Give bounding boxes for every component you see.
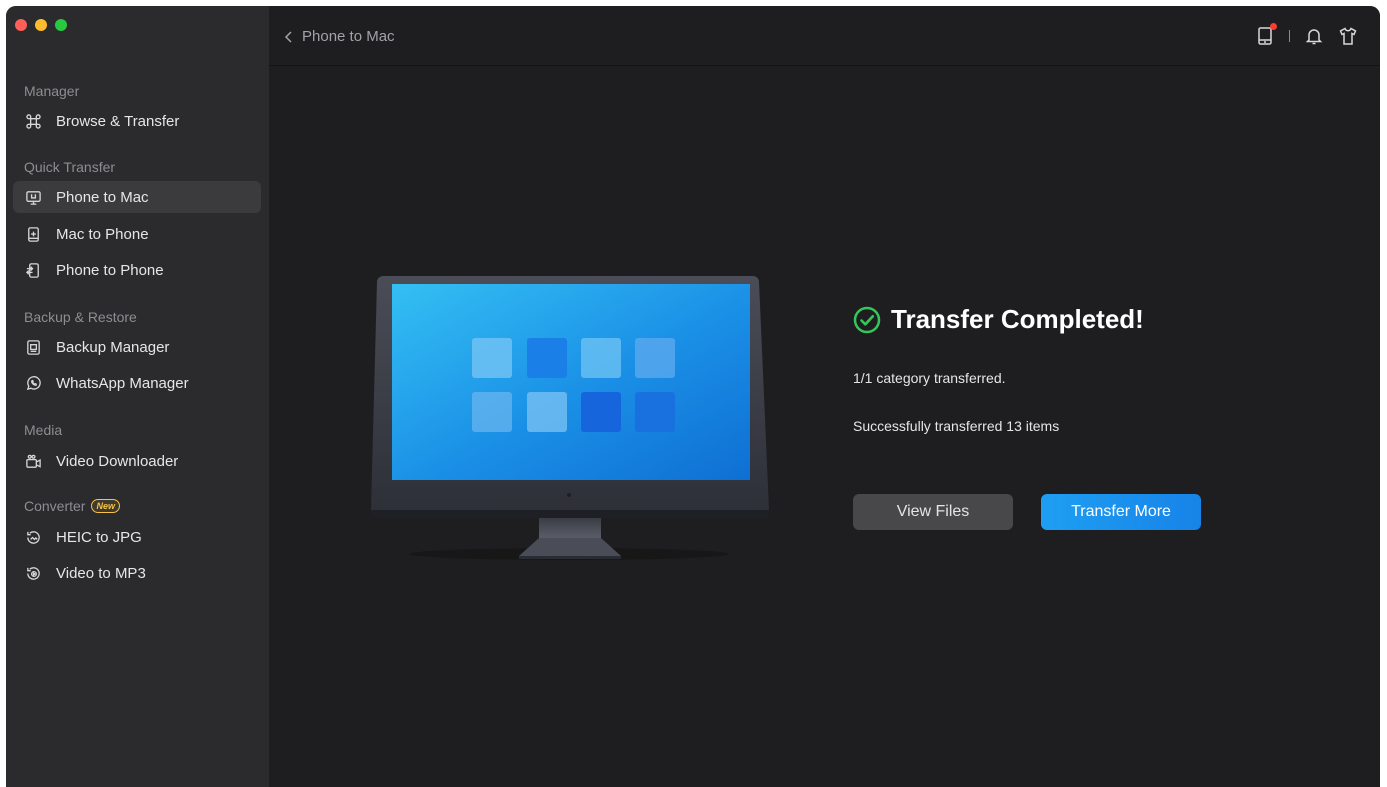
section-label-text: Converter — [24, 498, 86, 514]
device-icon[interactable] — [1255, 23, 1277, 46]
result-title-text: Transfer Completed! — [891, 304, 1144, 334]
section-label-manager: Manager — [24, 83, 80, 99]
sidebar-item-backup-manager[interactable]: Backup Manager — [13, 331, 261, 363]
sidebar-item-label: Video to MP3 — [56, 564, 146, 582]
chevron-left-icon — [284, 30, 292, 43]
sidebar-item-label: Phone to Phone — [56, 261, 164, 279]
toolbar-divider — [1289, 30, 1290, 42]
sidebar-item-label: Video Downloader — [56, 452, 179, 470]
sidebar-item-label: Browse & Transfer — [56, 112, 180, 130]
sidebar-item-label: Mac to Phone — [56, 225, 149, 243]
breadcrumb-label: Phone to Mac — [302, 28, 395, 45]
main-content: Phone to Mac Transfer Completed! 1/1 cat… — [269, 6, 1380, 787]
check-circle-icon — [853, 306, 881, 333]
close-window-button[interactable] — [15, 19, 27, 31]
phone-add-icon — [24, 225, 42, 243]
section-label-media: Media — [24, 422, 63, 438]
sidebar-item-phone-to-mac[interactable]: Phone to Mac — [13, 181, 261, 213]
app-window: Manager Browse & Transfer Quick Transfer… — [6, 6, 1380, 787]
window-controls — [15, 19, 67, 31]
phones-transfer-icon — [24, 261, 42, 279]
transfer-result-panel: Transfer Completed! 1/1 category transfe… — [853, 304, 1201, 530]
category-count-text: 1/1 category transferred. — [853, 370, 1006, 386]
monitor-illustration — [371, 276, 769, 560]
sidebar-item-mac-to-phone[interactable]: Mac to Phone — [13, 218, 261, 250]
image-convert-icon — [24, 528, 42, 546]
sidebar-item-label: WhatsApp Manager — [56, 374, 189, 392]
new-badge: New — [91, 499, 120, 513]
sidebar-item-whatsapp-manager[interactable]: WhatsApp Manager — [13, 367, 261, 399]
back-breadcrumb[interactable]: Phone to Mac — [284, 28, 395, 45]
backup-icon — [24, 338, 42, 356]
whatsapp-icon — [24, 374, 42, 392]
transfer-more-button[interactable]: Transfer More — [1041, 494, 1201, 530]
sidebar-item-browse-transfer[interactable]: Browse & Transfer — [13, 105, 261, 137]
command-icon — [24, 112, 42, 130]
tshirt-icon[interactable] — [1338, 26, 1358, 46]
sidebar-item-label: Phone to Mac — [56, 188, 149, 206]
top-bar: Phone to Mac — [269, 6, 1380, 66]
section-label-quick-transfer: Quick Transfer — [24, 159, 116, 175]
section-label-backup-restore: Backup & Restore — [24, 309, 137, 325]
sidebar-item-heic-to-jpg[interactable]: HEIC to JPG — [13, 521, 261, 553]
sidebar-item-label: HEIC to JPG — [56, 528, 142, 546]
sidebar-item-video-to-mp3[interactable]: Video to MP3 — [13, 557, 261, 589]
audio-convert-icon — [24, 564, 42, 582]
notification-dot — [1270, 23, 1277, 30]
sidebar-item-phone-to-phone[interactable]: Phone to Phone — [13, 254, 261, 286]
sidebar-item-video-downloader[interactable]: Video Downloader — [13, 445, 261, 477]
result-title: Transfer Completed! — [853, 304, 1144, 335]
items-count-text: Successfully transferred 13 items — [853, 418, 1060, 434]
minimize-window-button[interactable] — [35, 19, 47, 31]
monitor-phone-icon — [24, 188, 42, 206]
section-label-converter: Converter New — [24, 498, 120, 514]
sidebar: Manager Browse & Transfer Quick Transfer… — [6, 6, 269, 787]
bell-icon[interactable] — [1304, 26, 1324, 46]
sidebar-item-label: Backup Manager — [56, 338, 170, 356]
view-files-button[interactable]: View Files — [853, 494, 1013, 530]
video-camera-icon — [24, 452, 42, 470]
maximize-window-button[interactable] — [55, 19, 67, 31]
top-toolbar — [1255, 23, 1358, 46]
